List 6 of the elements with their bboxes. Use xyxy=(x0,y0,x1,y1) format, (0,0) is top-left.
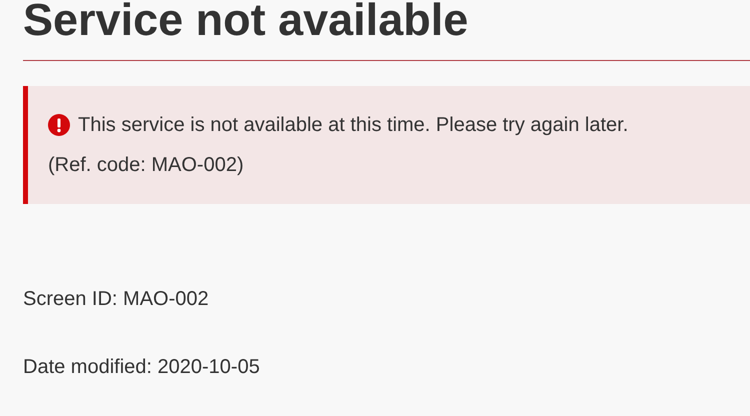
page-title: Service not available xyxy=(23,0,470,46)
alert-message: This service is not available at this time. Please try again later. xyxy=(78,113,628,138)
detail-text: Date modified: 2020-10-05 xyxy=(23,355,261,380)
reference-code: (Ref. code: MAO-002) xyxy=(48,153,245,178)
detail-text: Screen ID: MAO-002 xyxy=(23,287,210,312)
alert-icon xyxy=(48,114,70,136)
